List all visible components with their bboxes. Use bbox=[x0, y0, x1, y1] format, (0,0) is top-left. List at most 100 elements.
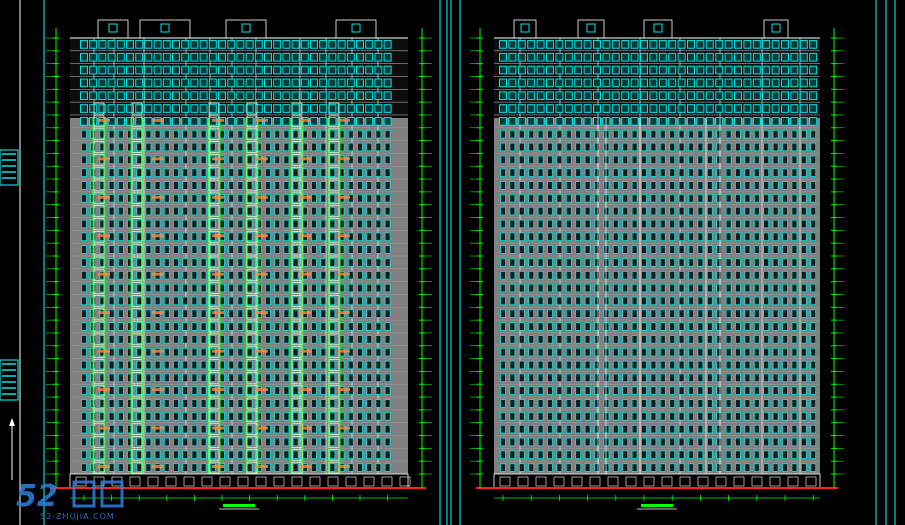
accent-panel bbox=[338, 118, 350, 122]
window bbox=[509, 335, 516, 344]
window bbox=[311, 296, 317, 306]
window bbox=[528, 219, 535, 229]
window bbox=[735, 347, 741, 357]
window bbox=[136, 296, 143, 306]
window bbox=[744, 194, 751, 203]
window bbox=[772, 219, 779, 229]
window bbox=[658, 78, 667, 88]
window bbox=[499, 104, 507, 113]
window bbox=[337, 78, 346, 88]
window bbox=[612, 347, 619, 357]
window bbox=[108, 399, 115, 408]
window bbox=[735, 450, 741, 460]
window bbox=[191, 194, 198, 203]
window bbox=[218, 78, 226, 88]
window bbox=[80, 78, 88, 88]
window bbox=[375, 206, 382, 216]
window bbox=[744, 412, 751, 421]
window bbox=[678, 296, 685, 306]
window bbox=[311, 322, 317, 331]
window bbox=[743, 104, 752, 113]
window bbox=[144, 65, 153, 75]
window bbox=[547, 335, 553, 344]
window bbox=[237, 412, 244, 421]
window bbox=[575, 206, 582, 216]
window bbox=[126, 117, 134, 126]
window bbox=[725, 232, 732, 242]
window bbox=[366, 258, 373, 267]
window bbox=[772, 258, 779, 267]
window bbox=[575, 347, 582, 357]
window bbox=[274, 168, 281, 177]
window bbox=[162, 40, 171, 49]
window bbox=[584, 386, 591, 395]
window bbox=[649, 91, 658, 101]
window bbox=[528, 232, 535, 242]
window bbox=[237, 258, 244, 267]
window bbox=[556, 245, 563, 254]
window bbox=[311, 360, 317, 370]
window bbox=[763, 155, 770, 165]
window bbox=[163, 155, 170, 165]
window bbox=[172, 91, 180, 101]
window bbox=[246, 399, 253, 408]
cad-drawing-viewport[interactable]: 52 52-ZHUJIA.COM bbox=[0, 0, 905, 525]
window bbox=[706, 463, 713, 472]
window bbox=[705, 65, 714, 75]
window bbox=[697, 296, 704, 306]
window bbox=[528, 245, 535, 254]
window bbox=[236, 91, 245, 101]
window bbox=[782, 437, 788, 447]
window bbox=[500, 245, 506, 254]
window bbox=[282, 91, 291, 101]
window bbox=[528, 129, 535, 139]
accent-panel bbox=[338, 311, 350, 315]
window bbox=[791, 232, 798, 242]
window bbox=[528, 399, 535, 408]
window bbox=[311, 373, 317, 383]
window bbox=[594, 309, 600, 318]
window bbox=[584, 373, 591, 383]
window bbox=[173, 373, 179, 383]
window bbox=[191, 270, 198, 280]
window bbox=[81, 412, 87, 421]
window bbox=[658, 117, 667, 126]
window bbox=[329, 424, 336, 434]
window bbox=[518, 335, 525, 344]
window bbox=[688, 450, 694, 460]
window bbox=[641, 219, 647, 229]
window bbox=[556, 142, 563, 152]
window bbox=[678, 437, 685, 447]
window bbox=[687, 78, 695, 88]
window bbox=[145, 245, 152, 254]
window bbox=[753, 450, 760, 460]
window bbox=[292, 155, 299, 165]
window bbox=[209, 399, 216, 408]
window bbox=[500, 360, 506, 370]
window bbox=[81, 399, 87, 408]
window bbox=[310, 117, 318, 126]
window bbox=[173, 322, 179, 331]
window bbox=[181, 104, 190, 113]
window bbox=[584, 206, 591, 216]
window bbox=[622, 463, 629, 472]
window bbox=[650, 155, 657, 165]
window bbox=[537, 360, 544, 370]
window bbox=[725, 386, 732, 395]
window bbox=[735, 335, 741, 344]
window bbox=[546, 65, 554, 75]
window bbox=[182, 399, 189, 408]
window bbox=[790, 78, 799, 88]
window bbox=[107, 40, 116, 49]
window bbox=[173, 155, 179, 165]
window bbox=[282, 104, 291, 113]
window bbox=[117, 245, 124, 254]
window bbox=[594, 270, 600, 280]
window bbox=[669, 283, 676, 293]
window bbox=[669, 181, 676, 190]
window bbox=[706, 373, 713, 383]
window bbox=[575, 463, 582, 472]
window bbox=[518, 322, 525, 331]
window bbox=[791, 424, 798, 434]
window bbox=[782, 322, 788, 331]
